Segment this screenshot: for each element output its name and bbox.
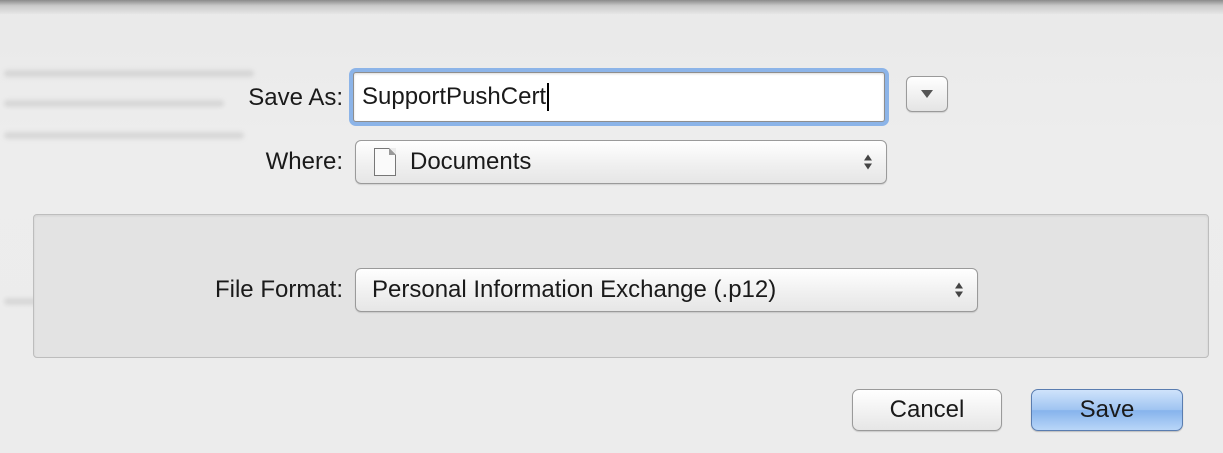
- file-name-input[interactable]: SupportPushCert: [353, 72, 885, 122]
- save-dialog: Save As: SupportPushCert Where: Document…: [0, 0, 1223, 453]
- where-popup[interactable]: Documents: [355, 140, 887, 184]
- background-blur: [4, 70, 254, 77]
- cancel-button[interactable]: Cancel: [852, 389, 1002, 431]
- file-format-value: Personal Information Exchange (.p12): [372, 276, 777, 303]
- background-blur: [4, 132, 244, 139]
- save-as-label: Save As:: [248, 84, 343, 111]
- file-format-label: File Format:: [214, 276, 343, 303]
- text-caret: [547, 83, 550, 111]
- save-button[interactable]: Save: [1031, 389, 1183, 431]
- up-down-arrows-icon: [955, 282, 963, 298]
- file-name-value: SupportPushCert: [362, 83, 547, 110]
- where-label: Where:: [265, 148, 343, 175]
- where-value: Documents: [410, 148, 532, 175]
- file-format-popup[interactable]: Personal Information Exchange (.p12): [355, 268, 978, 312]
- sheet-top-edge: [0, 0, 1223, 14]
- document-icon: [374, 148, 396, 176]
- triangle-down-icon: [921, 90, 933, 98]
- expand-dialog-button[interactable]: [906, 76, 948, 112]
- background-blur: [4, 100, 224, 107]
- up-down-arrows-icon: [864, 154, 872, 170]
